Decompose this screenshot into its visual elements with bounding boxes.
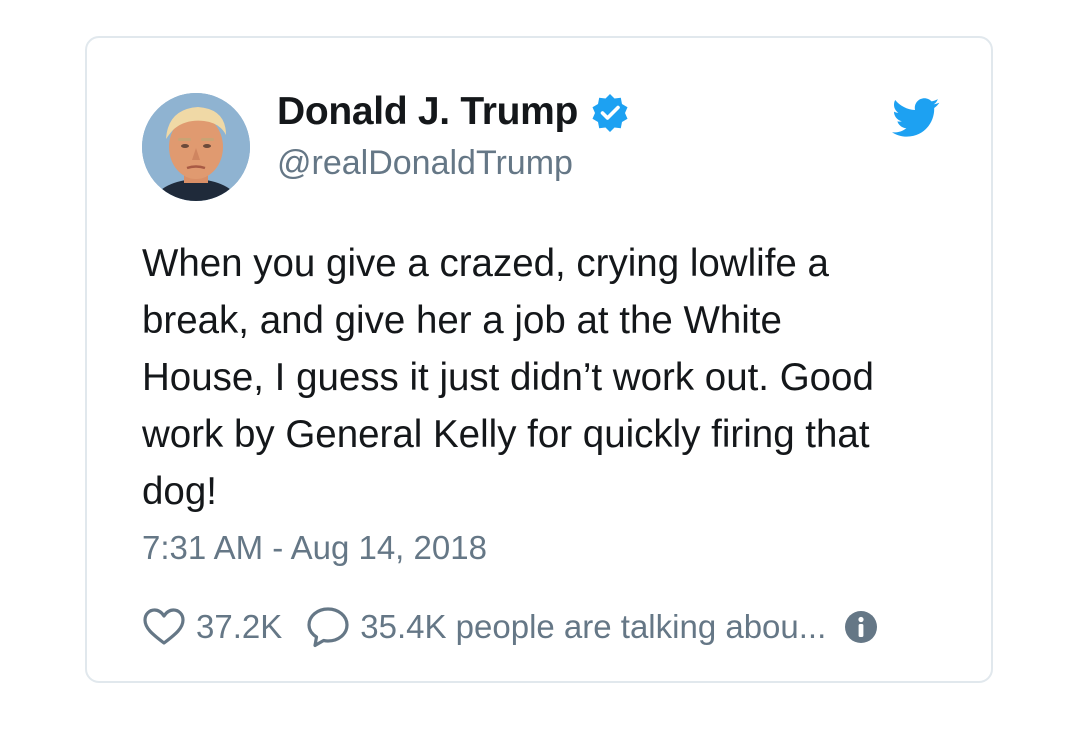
avatar[interactable] (142, 93, 250, 201)
heart-icon (142, 607, 186, 647)
author-name-row[interactable]: Donald J. Trump (277, 90, 630, 134)
tweet-text: When you give a crazed, crying lowlife a… (142, 242, 874, 513)
conversation-count-text: 35.4K people are talking abou... (360, 608, 827, 645)
tweet-timestamp[interactable]: 7:31 AM - Aug 14, 2018 (142, 529, 487, 567)
verified-badge-icon (590, 92, 630, 132)
conversation-link[interactable]: 35.4K people are talking abou... (306, 606, 826, 648)
like-count: 37.2K (196, 608, 283, 645)
display-name[interactable]: Donald J. Trump (277, 90, 578, 134)
twitter-bird-icon[interactable] (892, 98, 940, 138)
speech-bubble-icon (306, 606, 350, 648)
like-button[interactable]: 37.2K (142, 607, 282, 647)
tweet-actions: 37.2K 35.4K people are talking abou... (142, 606, 878, 648)
info-icon[interactable] (844, 610, 878, 644)
tweet-card[interactable]: Donald J. Trump @realDonaldTrump When yo… (85, 36, 993, 683)
user-handle[interactable]: @realDonaldTrump (277, 144, 573, 183)
